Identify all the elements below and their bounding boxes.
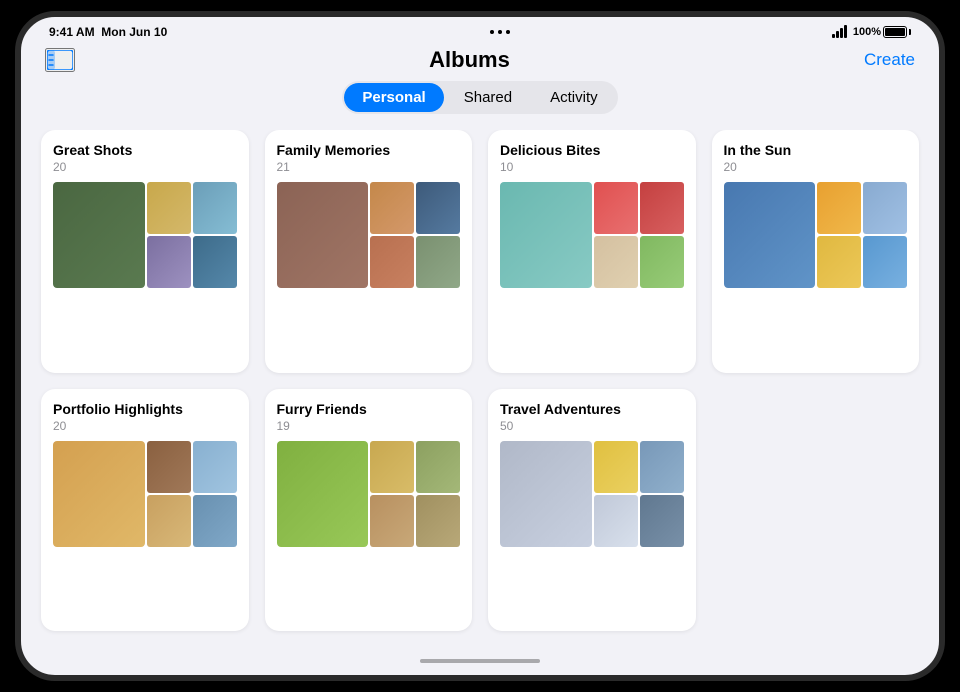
album-count: 20	[53, 160, 237, 174]
album-title: Travel Adventures	[500, 401, 684, 417]
status-time-date: 9:41 AM Mon Jun 10	[49, 25, 167, 39]
album-family-memories[interactable]: Family Memories 21	[265, 130, 473, 373]
segment-container: Personal Shared Activity	[21, 81, 939, 114]
album-portfolio-highlights[interactable]: Portfolio Highlights 20	[41, 389, 249, 632]
album-title: Family Memories	[277, 142, 461, 158]
home-indicator	[21, 651, 939, 675]
status-indicators: 100%	[832, 26, 911, 38]
tab-shared[interactable]: Shared	[446, 83, 530, 112]
album-count: 50	[500, 419, 684, 433]
page-title: Albums	[429, 47, 510, 73]
tab-personal[interactable]: Personal	[344, 83, 443, 112]
ipad-device: 9:41 AM Mon Jun 10 100%	[15, 11, 945, 681]
album-title: Furry Friends	[277, 401, 461, 417]
album-count: 19	[277, 419, 461, 433]
battery-indicator: 100%	[853, 26, 911, 38]
album-title: Delicious Bites	[500, 142, 684, 158]
nav-header: Albums Create	[21, 43, 939, 81]
segment-control: Personal Shared Activity	[342, 81, 617, 114]
album-furry-friends[interactable]: Furry Friends 19	[265, 389, 473, 632]
album-delicious-bites[interactable]: Delicious Bites 10	[488, 130, 696, 373]
album-in-the-sun[interactable]: In the Sun 20	[712, 130, 920, 373]
album-count: 20	[53, 419, 237, 433]
status-bar: 9:41 AM Mon Jun 10 100%	[21, 17, 939, 43]
wifi-icon	[832, 26, 847, 38]
tab-activity[interactable]: Activity	[532, 83, 616, 112]
album-title: Portfolio Highlights	[53, 401, 237, 417]
album-title: In the Sun	[724, 142, 908, 158]
create-button[interactable]: Create	[864, 50, 915, 70]
album-title: Great Shots	[53, 142, 237, 158]
album-great-shots[interactable]: Great Shots 20	[41, 130, 249, 373]
album-count: 21	[277, 160, 461, 174]
status-dots	[490, 30, 510, 34]
album-travel-adventures[interactable]: Travel Adventures 50	[488, 389, 696, 632]
album-count: 20	[724, 160, 908, 174]
album-count: 10	[500, 160, 684, 174]
albums-grid: Great Shots 20 Family Memories 21	[21, 130, 939, 651]
sidebar-toggle-button[interactable]	[45, 48, 75, 72]
